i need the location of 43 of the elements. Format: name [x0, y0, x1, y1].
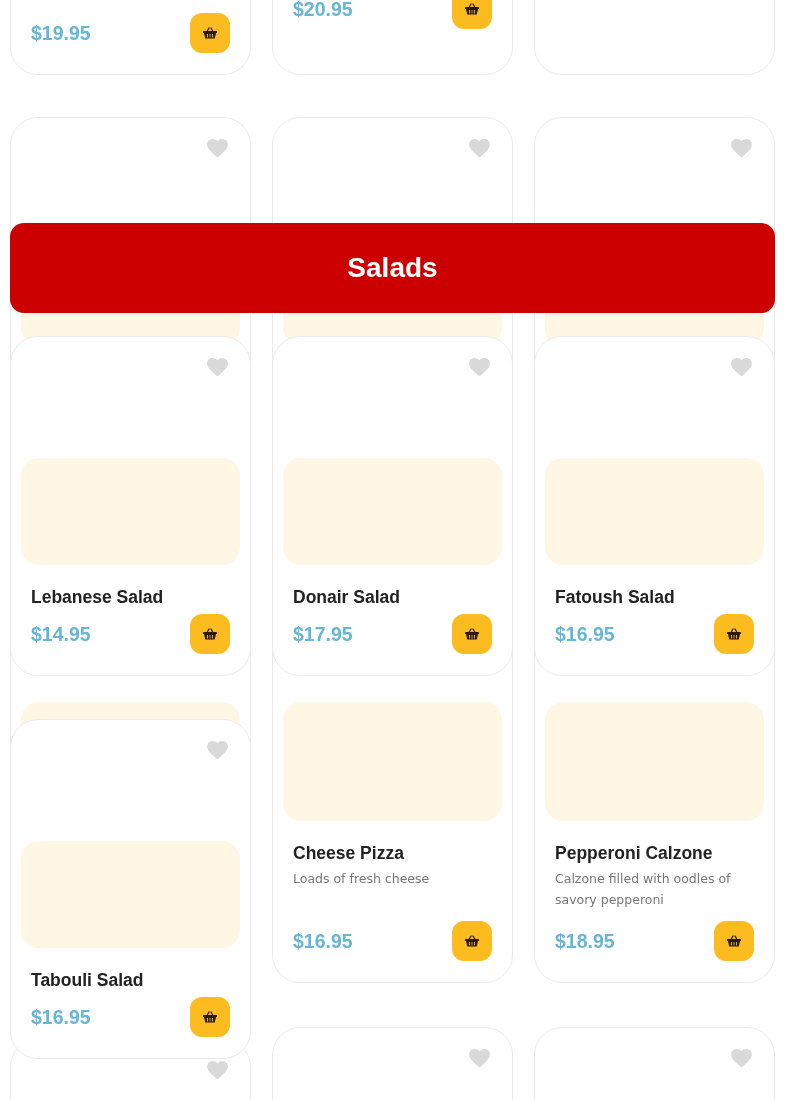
- add-to-basket-button[interactable]: [452, 614, 492, 654]
- product-price: $16.95: [293, 929, 353, 953]
- product-description: Calzone filled with oodles of savory pepperoni: [555, 870, 732, 909]
- add-to-basket-button[interactable]: [190, 13, 230, 53]
- heart-icon[interactable]: [469, 358, 490, 377]
- product-name: Pepperoni Calzone: [555, 842, 714, 864]
- basket-icon: [465, 935, 479, 947]
- heart-icon[interactable]: [207, 358, 228, 377]
- product-description: Loads of fresh cheese: [293, 870, 431, 888]
- basket-icon: [727, 935, 741, 947]
- product-price: $14.95: [31, 622, 91, 646]
- product-price: $19.95: [31, 21, 91, 45]
- product-name: Cheese Pizza: [293, 842, 405, 864]
- product-name: Donair Salad: [293, 586, 401, 608]
- basket-icon: [203, 27, 217, 39]
- basket-icon: [465, 628, 479, 640]
- basket-icon: [727, 628, 741, 640]
- basket-icon: [203, 1011, 217, 1023]
- product-name: Lebanese Salad: [31, 586, 165, 608]
- product-price: $20.95: [293, 0, 353, 21]
- product-price: $17.95: [293, 622, 353, 646]
- heart-icon[interactable]: [469, 1049, 490, 1068]
- add-to-basket-button[interactable]: [714, 614, 754, 654]
- heart-icon[interactable]: [207, 139, 228, 158]
- heart-icon[interactable]: [207, 741, 228, 760]
- product-name: Fatoush Salad: [555, 586, 676, 608]
- heart-icon[interactable]: [207, 1061, 228, 1080]
- heart-icon[interactable]: [469, 139, 490, 158]
- basket-icon: [465, 3, 479, 15]
- add-to-basket-button[interactable]: [714, 921, 754, 961]
- heart-icon[interactable]: [731, 139, 752, 158]
- add-to-basket-button[interactable]: [190, 997, 230, 1037]
- add-to-basket-button[interactable]: [452, 921, 492, 961]
- add-to-basket-button[interactable]: [190, 614, 230, 654]
- product-price: $18.95: [555, 929, 615, 953]
- basket-icon: [203, 628, 217, 640]
- product-name: Tabouli Salad: [31, 969, 145, 991]
- heart-icon[interactable]: [731, 358, 752, 377]
- category-title: Salads: [347, 252, 438, 284]
- heart-icon[interactable]: [731, 1049, 752, 1068]
- add-to-basket-button[interactable]: [452, 0, 492, 29]
- product-price: $16.95: [555, 622, 615, 646]
- product-price: $16.95: [31, 1005, 91, 1029]
